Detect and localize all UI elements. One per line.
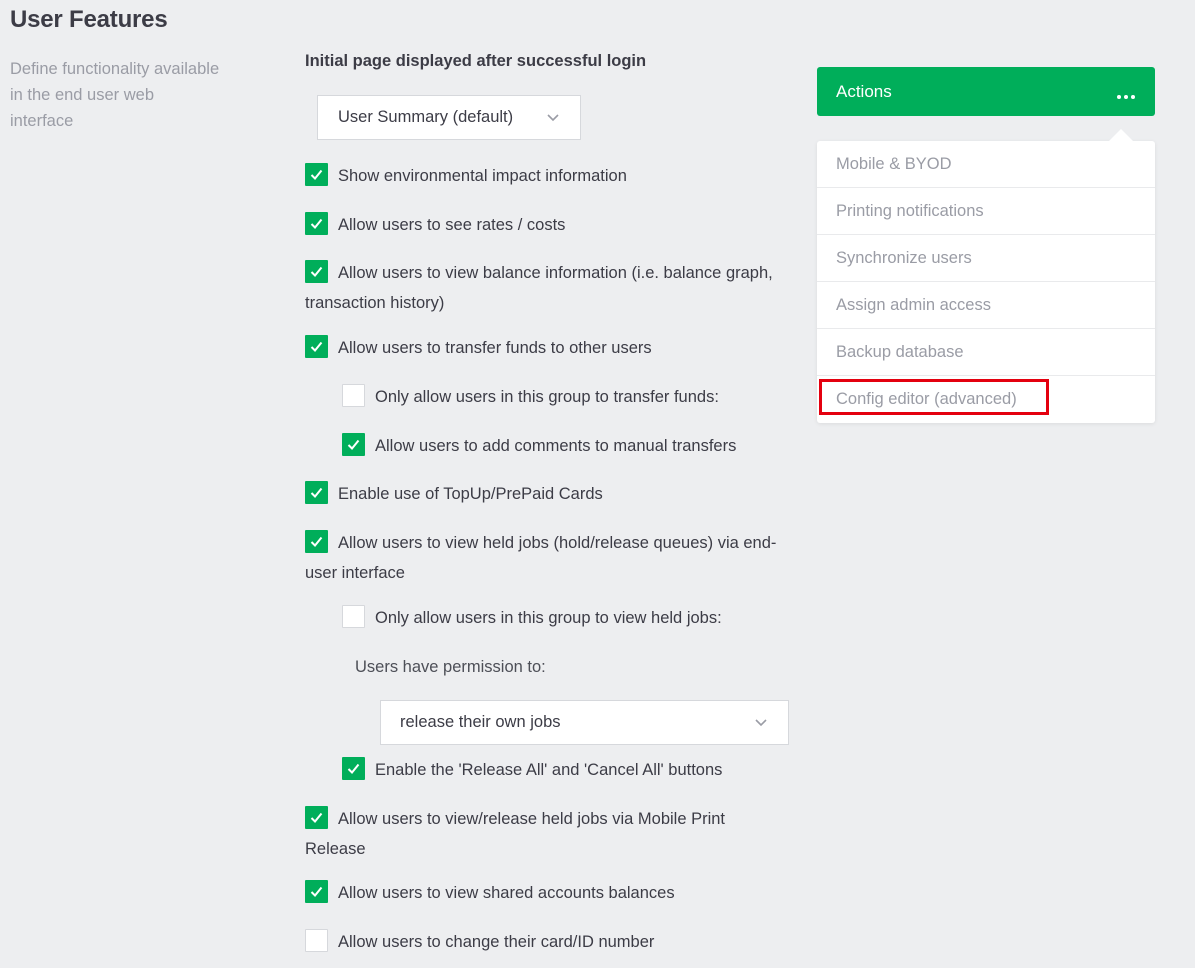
- option-release-cancel-all[interactable]: Enable the 'Release All' and 'Cancel All…: [342, 755, 722, 785]
- option-view-held-jobs[interactable]: Allow users to view held jobs (hold/rele…: [305, 528, 785, 588]
- option-label: Show environmental impact information: [338, 167, 627, 185]
- option-view-balance[interactable]: Allow users to view balance information …: [305, 258, 775, 318]
- option-label: Allow users to add comments to manual tr…: [375, 437, 737, 455]
- checkbox-checked-icon[interactable]: [305, 335, 328, 358]
- menu-item-label: Config editor (advanced): [836, 390, 1017, 408]
- permission-select[interactable]: release their own jobs: [380, 700, 789, 745]
- section-description: Define functionality available in the en…: [10, 60, 220, 130]
- menu-item-label: Printing notifications: [836, 201, 984, 220]
- actions-label: Actions: [836, 81, 892, 101]
- option-transfer-funds[interactable]: Allow users to transfer funds to other u…: [305, 333, 652, 363]
- menu-item-assign-admin-access[interactable]: Assign admin access: [817, 282, 1155, 329]
- menu-item-printing-notifications[interactable]: Printing notifications: [817, 188, 1155, 235]
- option-label: Only allow users in this group to view h…: [375, 609, 722, 627]
- menu-item-label: Synchronize users: [836, 248, 972, 267]
- checkbox-checked-icon[interactable]: [305, 806, 328, 829]
- checkbox-checked-icon[interactable]: [342, 757, 365, 780]
- permission-label: Users have permission to:: [355, 658, 546, 676]
- option-label: Allow users to transfer funds to other u…: [338, 339, 652, 357]
- checkbox-checked-icon[interactable]: [305, 260, 328, 283]
- checkbox-unchecked-icon[interactable]: [305, 929, 328, 952]
- checkbox-unchecked-icon[interactable]: [342, 384, 365, 407]
- menu-item-label: Backup database: [836, 342, 964, 361]
- option-topup-cards[interactable]: Enable use of TopUp/PrePaid Cards: [305, 479, 603, 509]
- actions-button[interactable]: Actions: [817, 67, 1155, 116]
- option-environmental-impact[interactable]: Show environmental impact information: [305, 161, 627, 191]
- page-title: User Features: [10, 6, 168, 33]
- option-label: Allow users to change their card/ID numb…: [338, 933, 655, 951]
- initial-page-label: Initial page displayed after successful …: [305, 52, 647, 70]
- option-label: Allow users to view balance information …: [305, 264, 773, 312]
- option-transfer-group-only[interactable]: Only allow users in this group to transf…: [342, 382, 719, 412]
- option-change-card-id[interactable]: Allow users to change their card/ID numb…: [305, 927, 654, 957]
- option-transfer-comments[interactable]: Allow users to add comments to manual tr…: [342, 431, 736, 461]
- menu-item-config-editor[interactable]: Config editor (advanced): [817, 376, 1155, 423]
- menu-item-synchronize-users[interactable]: Synchronize users: [817, 235, 1155, 282]
- checkbox-checked-icon[interactable]: [305, 212, 328, 235]
- menu-item-backup-database[interactable]: Backup database: [817, 329, 1155, 376]
- menu-item-label: Assign admin access: [836, 295, 991, 314]
- option-see-rates[interactable]: Allow users to see rates / costs: [305, 210, 565, 240]
- checkbox-unchecked-icon[interactable]: [342, 605, 365, 628]
- option-label: Enable use of TopUp/PrePaid Cards: [338, 485, 603, 503]
- chevron-down-icon: [546, 111, 560, 125]
- checkbox-checked-icon[interactable]: [305, 530, 328, 553]
- option-label: Allow users to view/release held jobs vi…: [305, 810, 726, 858]
- option-label: Enable the 'Release All' and 'Cancel All…: [375, 761, 723, 779]
- menu-item-mobile-byod[interactable]: Mobile & BYOD: [817, 141, 1155, 188]
- permission-value: release their own jobs: [400, 713, 561, 731]
- chevron-down-icon: [754, 716, 768, 730]
- checkbox-checked-icon[interactable]: [305, 880, 328, 903]
- option-label: Only allow users in this group to transf…: [375, 388, 719, 406]
- checkbox-checked-icon[interactable]: [342, 433, 365, 456]
- more-horizontal-icon[interactable]: [1116, 85, 1136, 105]
- initial-page-value: User Summary (default): [338, 108, 514, 126]
- initial-page-select[interactable]: User Summary (default): [317, 95, 581, 140]
- option-shared-accounts[interactable]: Allow users to view shared accounts bala…: [305, 878, 675, 908]
- menu-item-label: Mobile & BYOD: [836, 154, 952, 173]
- checkbox-checked-icon[interactable]: [305, 481, 328, 504]
- checkbox-checked-icon[interactable]: [305, 163, 328, 186]
- option-label: Allow users to see rates / costs: [338, 216, 566, 234]
- option-mobile-print-release[interactable]: Allow users to view/release held jobs vi…: [305, 804, 775, 864]
- option-label: Allow users to view held jobs (hold/rele…: [305, 534, 777, 582]
- option-label: Allow users to view shared accounts bala…: [338, 884, 675, 902]
- actions-menu: Mobile & BYOD Printing notifications Syn…: [817, 129, 1155, 423]
- option-held-jobs-group-only[interactable]: Only allow users in this group to view h…: [342, 603, 722, 633]
